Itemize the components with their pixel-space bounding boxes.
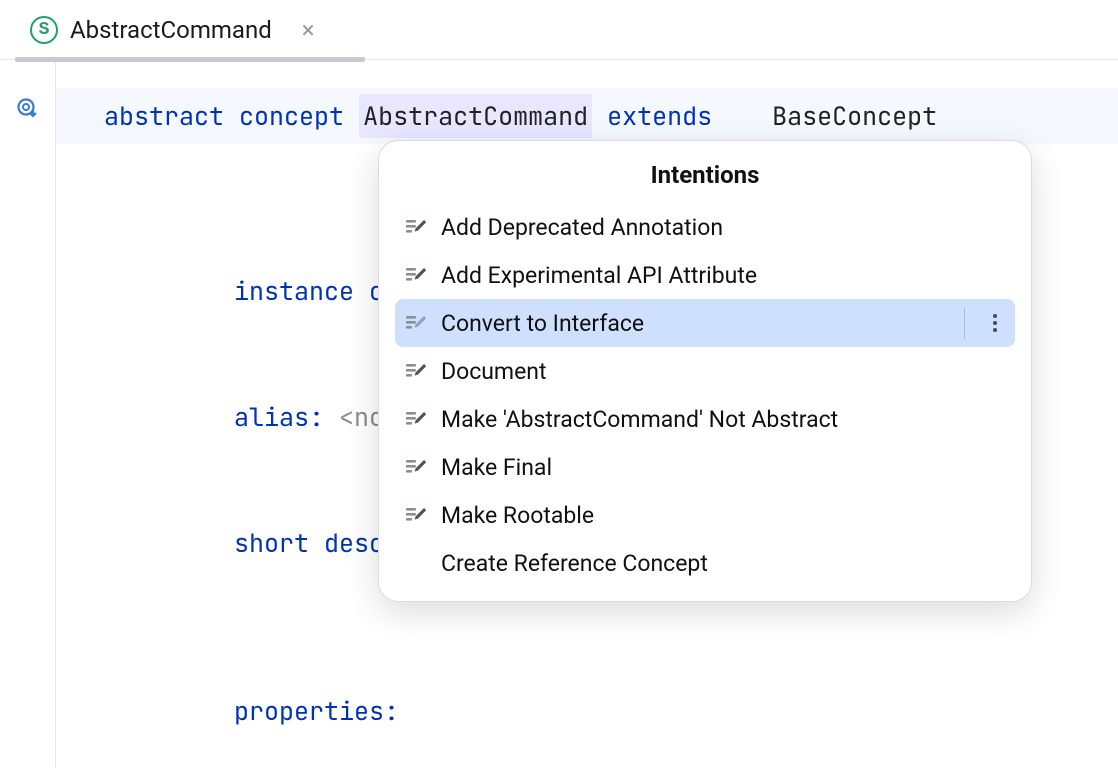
intention-item-divider bbox=[964, 307, 965, 339]
intention-pencil-icon bbox=[405, 312, 427, 334]
intention-item-1[interactable]: Add Experimental API Attribute bbox=[379, 251, 1031, 299]
intentions-popup: Intentions Add Deprecated Annotation Add… bbox=[378, 140, 1032, 602]
tab-close-button[interactable]: × bbox=[302, 18, 315, 42]
structure-concept-icon: S bbox=[30, 16, 58, 44]
intention-pencil-icon bbox=[405, 216, 427, 238]
intention-item-4[interactable]: Make 'AbstractCommand' Not Abstract bbox=[379, 395, 1031, 443]
editor-gutter bbox=[0, 60, 56, 768]
intention-item-6[interactable]: Make Rootable bbox=[379, 491, 1031, 539]
intention-item-3[interactable]: Document bbox=[379, 347, 1031, 395]
intention-pencil-icon bbox=[405, 408, 427, 430]
structure-concept-letter: S bbox=[39, 20, 50, 40]
intention-item-label: Add Deprecated Annotation bbox=[441, 214, 723, 241]
intention-item-label: Create Reference Concept bbox=[441, 550, 708, 577]
intention-item-label: Make Rootable bbox=[441, 502, 594, 529]
intention-pencil-icon bbox=[405, 504, 427, 526]
intentions-popup-title: Intentions bbox=[379, 141, 1031, 203]
intention-item-label: Make Final bbox=[441, 454, 552, 481]
keyword-abstract: abstract bbox=[104, 95, 224, 137]
intention-item-0[interactable]: Add Deprecated Annotation bbox=[379, 203, 1031, 251]
intention-item-label: Add Experimental API Attribute bbox=[441, 262, 757, 289]
concept-declaration-line[interactable]: abstract concept AbstractCommand extends… bbox=[56, 88, 1118, 144]
properties-section[interactable]: properties: bbox=[56, 648, 1118, 768]
intention-item-label: Make 'AbstractCommand' Not Abstract bbox=[441, 406, 838, 433]
intention-pencil-icon bbox=[405, 456, 427, 478]
intention-pencil-icon bbox=[405, 264, 427, 286]
intention-item-2[interactable]: Convert to Interface bbox=[395, 299, 1015, 347]
intention-item-label: Convert to Interface bbox=[441, 310, 644, 337]
base-concept[interactable]: BaseConcept bbox=[772, 95, 937, 137]
intention-item-5[interactable]: Make Final bbox=[379, 443, 1031, 491]
intention-item-label: Document bbox=[441, 358, 547, 385]
keyword-concept: concept bbox=[239, 95, 344, 137]
show-usages-icon[interactable] bbox=[15, 96, 41, 122]
tab-bar: S AbstractCommand × bbox=[0, 0, 1118, 60]
intention-more-icon[interactable] bbox=[993, 314, 997, 332]
editor-tab-abstractcommand[interactable]: S AbstractCommand × bbox=[28, 0, 325, 60]
keyword-extends: extends bbox=[607, 95, 712, 137]
intention-pencil-icon bbox=[405, 360, 427, 382]
tab-title: AbstractCommand bbox=[70, 16, 272, 44]
concept-name-selection[interactable]: AbstractCommand bbox=[359, 94, 592, 138]
intention-item-7[interactable]: Create Reference Concept bbox=[379, 539, 1031, 587]
